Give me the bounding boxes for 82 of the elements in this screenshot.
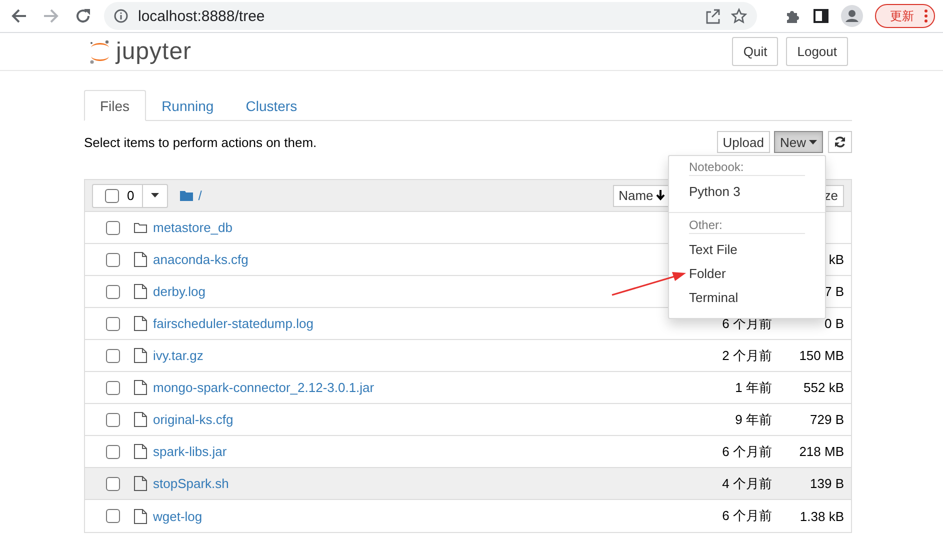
file-icon bbox=[134, 316, 147, 331]
file-row[interactable]: stopSpark.sh 4 个月前 139 B bbox=[85, 468, 851, 500]
back-icon[interactable] bbox=[11, 8, 27, 24]
file-size: 218 MB bbox=[799, 444, 844, 459]
url-text: localhost:8888/tree bbox=[138, 8, 266, 24]
info-icon[interactable] bbox=[114, 9, 128, 23]
checkbox[interactable] bbox=[106, 316, 120, 330]
file-link[interactable]: spark-libs.jar bbox=[153, 444, 227, 459]
file-link[interactable]: mongo-spark-connector_2.12-3.0.1.jar bbox=[153, 380, 374, 395]
file-row[interactable]: original-ks.cfg 9 年前 729 B bbox=[85, 404, 851, 436]
checkbox[interactable] bbox=[106, 348, 120, 362]
file-link[interactable]: anaconda-ks.cfg bbox=[153, 252, 248, 267]
reload-icon[interactable] bbox=[75, 8, 91, 24]
file-icon bbox=[134, 508, 147, 524]
file-link[interactable]: derby.log bbox=[153, 284, 206, 299]
file-icon bbox=[134, 348, 147, 363]
modified-time: 9 年前 bbox=[735, 412, 772, 426]
file-link[interactable]: fairscheduler-statedump.log bbox=[153, 316, 314, 331]
header-button[interactable]: Logout bbox=[786, 37, 848, 66]
refresh-button[interactable] bbox=[828, 131, 852, 153]
address-bar[interactable]: localhost:8888/tree bbox=[104, 2, 757, 30]
checkbox[interactable] bbox=[105, 188, 119, 202]
menu-heading: Other: bbox=[688, 217, 724, 233]
file-link[interactable]: wget-log bbox=[153, 508, 202, 524]
tab[interactable]: Running bbox=[146, 90, 230, 121]
refresh-icon bbox=[834, 136, 846, 148]
tab[interactable]: Files bbox=[84, 90, 146, 121]
caret-icon bbox=[809, 140, 817, 144]
file-row[interactable]: wget-log 6 个月前 1.38 kB bbox=[85, 500, 851, 532]
file-link[interactable]: ivy.tar.gz bbox=[153, 348, 204, 363]
file-size: 1.38 kB bbox=[800, 508, 844, 524]
modified-time: 6 个月前 bbox=[722, 508, 772, 523]
hint-text: Select items to perform actions on them. bbox=[84, 134, 318, 150]
checkbox[interactable] bbox=[106, 284, 120, 298]
sidebar-icon[interactable] bbox=[813, 8, 829, 24]
file-icon bbox=[134, 380, 147, 395]
upload-button[interactable]: Upload bbox=[716, 131, 770, 153]
file-icon bbox=[134, 444, 147, 459]
file-row[interactable]: ivy.tar.gz 2 个月前 150 MB bbox=[85, 340, 851, 372]
checkbox[interactable] bbox=[106, 220, 120, 234]
checkbox[interactable] bbox=[106, 476, 120, 490]
file-icon bbox=[134, 476, 147, 491]
more-icon[interactable] bbox=[924, 9, 928, 23]
modified-time: 1 年前 bbox=[735, 380, 772, 394]
modified-time: 6 个月前 bbox=[722, 444, 772, 458]
file-link[interactable]: original-ks.cfg bbox=[153, 412, 234, 427]
checkbox[interactable] bbox=[106, 412, 120, 426]
checkbox[interactable] bbox=[106, 444, 120, 458]
logo-text: jupyter bbox=[116, 38, 192, 66]
file-link[interactable]: metastore_db bbox=[153, 220, 232, 235]
checkbox[interactable] bbox=[106, 509, 120, 523]
caret-icon[interactable] bbox=[151, 193, 160, 198]
star-icon[interactable] bbox=[731, 8, 747, 24]
modified-time: 4 个月前 bbox=[722, 476, 772, 490]
checkbox[interactable] bbox=[106, 380, 120, 394]
tab[interactable]: Clusters bbox=[230, 90, 314, 121]
share-icon[interactable] bbox=[705, 8, 721, 24]
modified-time: 2 个月前 bbox=[722, 348, 772, 362]
file-size: 139 B bbox=[810, 476, 844, 491]
file-size: kB bbox=[828, 252, 844, 267]
selected-count: 0 bbox=[127, 188, 134, 203]
header-button[interactable]: Quit bbox=[732, 37, 778, 66]
menu-item[interactable]: Terminal bbox=[669, 286, 825, 310]
file-icon bbox=[134, 252, 147, 267]
menu-heading: Notebook: bbox=[688, 159, 745, 175]
breadcrumb-link[interactable]: / bbox=[198, 188, 202, 203]
file-size: 552 kB bbox=[804, 380, 844, 395]
folder-icon[interactable] bbox=[180, 190, 194, 201]
file-row[interactable]: mongo-spark-connector_2.12-3.0.1.jar 1 年前 552 kB bbox=[85, 372, 851, 404]
puzzle-icon[interactable] bbox=[785, 8, 801, 24]
update-button[interactable]: 更新 bbox=[875, 4, 935, 28]
checkbox[interactable] bbox=[106, 252, 120, 266]
avatar-icon[interactable] bbox=[841, 5, 863, 27]
file-size: 0 B bbox=[824, 316, 844, 331]
new-button[interactable]: New bbox=[774, 131, 823, 153]
sort-arrow-icon bbox=[656, 190, 666, 201]
file-icon bbox=[134, 284, 147, 299]
file-size: 150 MB bbox=[799, 348, 844, 363]
file-link[interactable]: stopSpark.sh bbox=[153, 476, 229, 491]
file-size: 729 B bbox=[810, 412, 844, 427]
file-icon bbox=[134, 412, 147, 427]
folder-icon bbox=[134, 222, 147, 233]
